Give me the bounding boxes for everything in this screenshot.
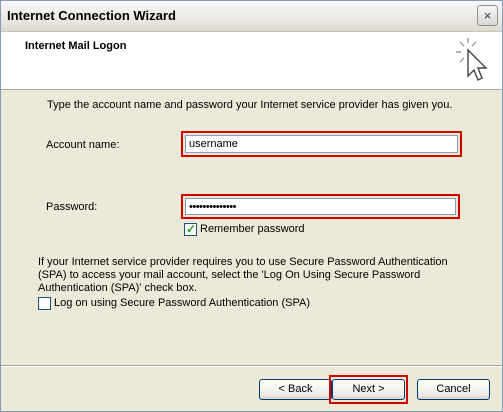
title-bar[interactable]: Internet Connection Wizard × <box>1 1 502 32</box>
spa-checkbox[interactable] <box>38 297 51 310</box>
wizard-header: Internet Mail Logon <box>1 32 502 90</box>
remember-password-checkbox[interactable]: ✓ <box>184 222 197 236</box>
back-button[interactable]: < Back <box>259 379 332 400</box>
account-name-label: Account name: <box>46 139 120 151</box>
page-title: Internet Mail Logon <box>25 40 127 52</box>
footer-divider <box>1 365 502 367</box>
password-highlight <box>181 194 460 219</box>
password-label: Password: <box>46 201 98 213</box>
spa-description: If your Internet service provider requir… <box>38 256 448 294</box>
cancel-button[interactable]: Cancel <box>417 379 490 400</box>
wizard-content: Type the account name and password your … <box>1 90 502 365</box>
close-icon: × <box>483 8 492 23</box>
remember-password-label[interactable]: Remember password <box>200 223 305 235</box>
password-input[interactable] <box>185 198 456 215</box>
intro-text: Type the account name and password your … <box>47 99 453 111</box>
spa-checkbox-label[interactable]: Log on using Secure Password Authenticat… <box>54 297 310 309</box>
check-icon: ✓ <box>186 222 197 236</box>
window-title: Internet Connection Wizard <box>7 8 176 23</box>
wizard-window: Internet Connection Wizard × Internet Ma… <box>0 0 503 412</box>
wizard-cursor-icon <box>456 38 488 81</box>
close-button[interactable]: × <box>477 5 498 26</box>
account-name-input[interactable] <box>185 135 458 153</box>
account-name-highlight <box>181 131 462 157</box>
next-button[interactable]: Next > <box>332 379 405 400</box>
